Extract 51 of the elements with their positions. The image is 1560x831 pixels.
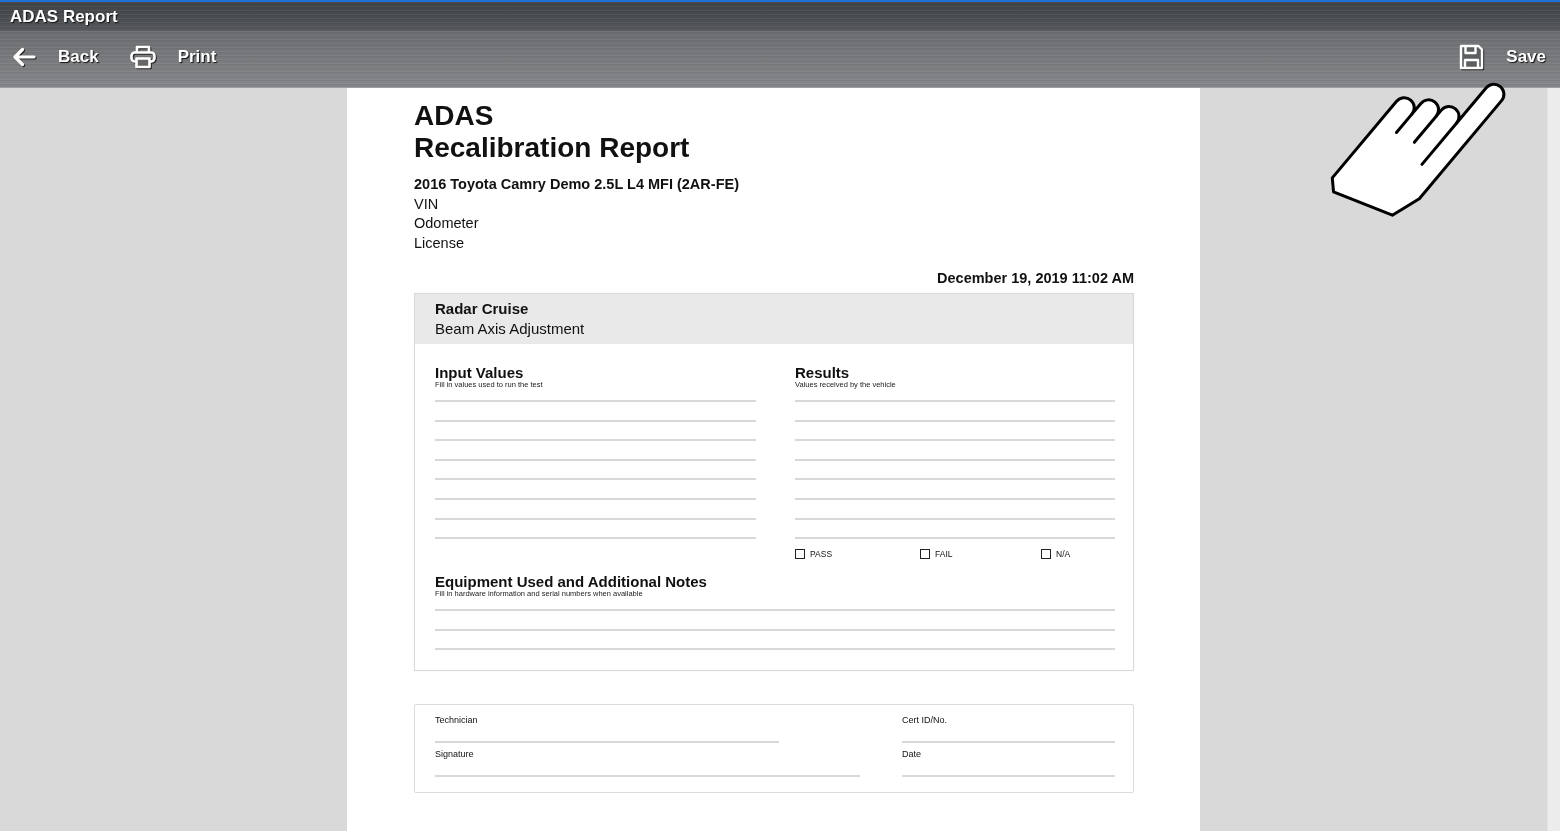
report-title: ADAS Recalibration Report — [414, 100, 690, 164]
checkbox[interactable] — [1041, 549, 1051, 560]
fill-in-line[interactable] — [435, 478, 756, 481]
vehicle-name: 2016 Toyota Camry Demo 2.5L L4 MFI (2AR-FE) — [414, 175, 739, 194]
fill-in-line[interactable] — [435, 458, 756, 461]
field-label: Date — [902, 748, 921, 761]
window-title: ADAS Report — [9, 6, 118, 28]
checkbox[interactable] — [920, 549, 930, 560]
fill-in-line[interactable] — [435, 400, 756, 402]
fill-in-line[interactable] — [795, 497, 1115, 500]
fill-in-line[interactable] — [435, 741, 780, 744]
option-label: N/A — [1056, 548, 1071, 561]
arrow-left-icon — [12, 47, 36, 67]
section-heading: Equipment Used and Additional Notes — [435, 573, 707, 591]
printer-icon — [129, 45, 156, 69]
fill-in-line[interactable] — [435, 419, 756, 422]
fill-in-line[interactable] — [435, 628, 1115, 631]
fill-in-line[interactable] — [795, 400, 1115, 402]
option-label: PASS — [810, 548, 833, 561]
fill-in-line[interactable] — [902, 741, 1115, 744]
fill-in-line[interactable] — [795, 439, 1115, 442]
fill-in-line[interactable] — [795, 478, 1115, 481]
field-label: Technician — [435, 714, 478, 727]
fill-in-line[interactable] — [435, 775, 860, 778]
report-date: December 19, 2019 11:02 AM — [937, 269, 1134, 288]
fill-in-line[interactable] — [435, 537, 756, 540]
procedure-name: Beam Axis Adjustment — [435, 319, 585, 339]
print-button[interactable]: Print — [129, 45, 217, 69]
detail-label: VIN — [414, 194, 439, 214]
checkbox[interactable] — [795, 549, 805, 560]
detail-label: License — [414, 233, 464, 253]
fill-in-line[interactable] — [795, 517, 1115, 520]
section-heading: Results — [795, 364, 850, 381]
fill-in-line[interactable] — [795, 458, 1115, 461]
option-label: FAIL — [935, 548, 953, 561]
fill-in-line[interactable] — [435, 648, 1115, 651]
fill-in-line[interactable] — [435, 517, 756, 520]
fill-in-line[interactable] — [435, 497, 756, 500]
fill-in-line[interactable] — [435, 439, 756, 442]
field-label: Signature — [435, 748, 474, 761]
section-heading: Input Values — [435, 364, 524, 381]
fill-in-line[interactable] — [435, 609, 1115, 612]
fill-in-line[interactable] — [795, 419, 1115, 422]
save-button[interactable]: Save — [1459, 44, 1546, 70]
field-label: Cert ID/No. — [902, 714, 947, 727]
scrollbar[interactable] — [1547, 88, 1560, 831]
system-name: Radar Cruise — [435, 299, 529, 319]
detail-label: Odometer — [414, 214, 479, 233]
back-button[interactable]: Back — [12, 47, 99, 67]
fill-in-line[interactable] — [902, 775, 1115, 778]
fill-in-line[interactable] — [795, 537, 1115, 540]
